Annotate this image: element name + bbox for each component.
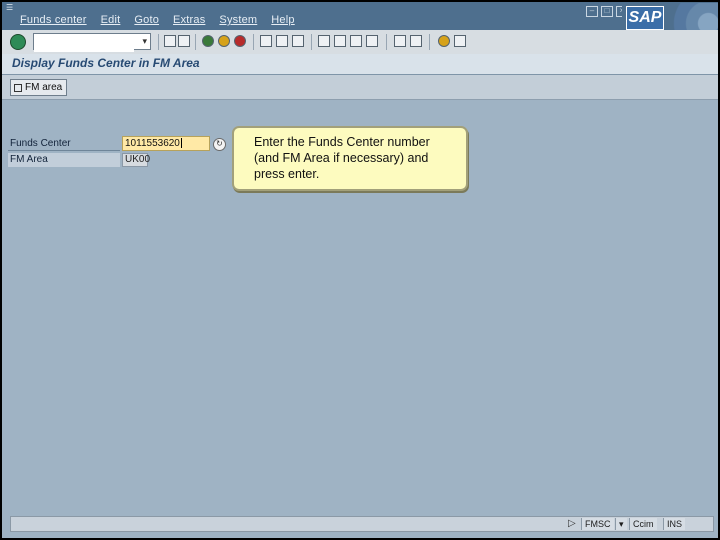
standard-toolbar: ▾ <box>2 30 718 55</box>
sap-logo-badge: SAP <box>626 6 664 30</box>
status-server: Ccim <box>629 518 657 530</box>
minimize-icon[interactable]: – <box>586 6 598 17</box>
status-bar: ▷ FMSC ▾ Ccim INS <box>10 516 714 532</box>
exit-icon[interactable] <box>218 35 230 47</box>
search-help-icon[interactable]: ↻ <box>213 138 226 151</box>
fm-area-icon <box>14 83 22 92</box>
maximize-icon[interactable]: □ <box>601 6 613 17</box>
cancel-icon[interactable] <box>234 35 246 47</box>
dropdown-icon[interactable]: ▾ <box>142 36 147 47</box>
status-mode: INS <box>663 518 686 530</box>
fm-area-button-label: FM area <box>25 82 63 93</box>
menu: Funds center Edit Goto Extras System Hel… <box>20 14 295 26</box>
menu-goto[interactable]: Goto <box>134 14 159 26</box>
menu-help[interactable]: Help <box>271 14 294 26</box>
funds-center-input[interactable]: 1011553620 <box>122 136 210 151</box>
menu-bar: ☰ Funds center Edit Goto Extras System H… <box>2 2 718 37</box>
find-icon[interactable] <box>276 35 288 47</box>
enter-icon[interactable] <box>10 34 26 50</box>
command-input[interactable] <box>34 37 134 52</box>
toolbar-separator <box>253 34 254 50</box>
page-title: Display Funds Center in FM Area <box>12 56 200 70</box>
toolbar-separator <box>429 34 430 50</box>
funds-center-value: 1011553620 <box>125 138 180 149</box>
instruction-callout: Enter the Funds Center number (and FM Ar… <box>232 126 468 191</box>
menu-extras[interactable]: Extras <box>173 14 205 26</box>
fm-area-input[interactable]: UK00 <box>122 153 150 167</box>
menu-funds-center[interactable]: Funds center <box>20 14 87 26</box>
fm-area-label: FM Area <box>8 153 120 167</box>
text-cursor <box>180 138 182 149</box>
find-next-icon[interactable] <box>292 35 304 47</box>
shortcut-icon[interactable] <box>410 35 422 47</box>
sap-window: ☰ Funds center Edit Goto Extras System H… <box>2 2 718 538</box>
system-menu-icon[interactable]: ☰ <box>6 4 16 12</box>
toolbar-separator <box>311 34 312 50</box>
save-icon[interactable] <box>178 35 190 47</box>
print-icon[interactable] <box>260 35 272 47</box>
menu-system[interactable]: System <box>219 14 257 26</box>
application-toolbar: FM area <box>2 75 718 100</box>
help-icon[interactable] <box>438 35 450 47</box>
next-page-icon[interactable] <box>350 35 362 47</box>
layout-menu-icon[interactable] <box>454 35 466 47</box>
status-expand-icon[interactable]: ▷ <box>568 518 576 529</box>
menu-edit[interactable]: Edit <box>101 14 121 26</box>
toolbar-separator <box>158 34 159 50</box>
toolbar-separator <box>195 34 196 50</box>
title-bar: Display Funds Center in FM Area <box>2 54 718 75</box>
status-dropdown-icon[interactable]: ▾ <box>615 518 627 530</box>
new-session-icon[interactable] <box>394 35 406 47</box>
toolbar-separator <box>386 34 387 50</box>
fm-area-button[interactable]: FM area <box>10 79 68 96</box>
back-icon[interactable] <box>202 35 214 47</box>
back-arrow-icon[interactable] <box>164 35 176 47</box>
last-page-icon[interactable] <box>366 35 378 47</box>
funds-center-label: Funds Center <box>8 137 120 151</box>
first-page-icon[interactable] <box>318 35 330 47</box>
command-field[interactable]: ▾ <box>33 33 151 52</box>
status-system: FMSC <box>581 518 614 530</box>
previous-page-icon[interactable] <box>334 35 346 47</box>
